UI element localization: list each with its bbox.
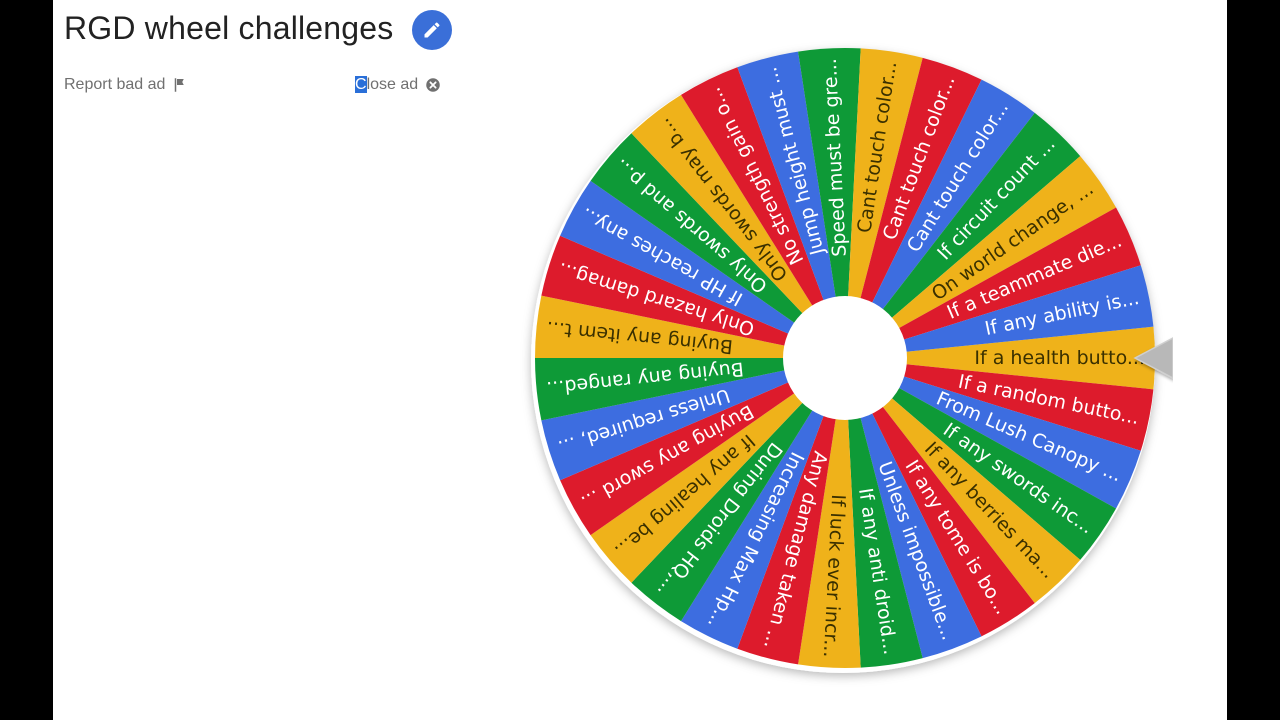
page-title: RGD wheel challenges [64,10,394,46]
report-bad-ad-label: Report bad ad [64,76,166,93]
page: RGD wheel challenges Report bad ad Close… [53,0,1227,720]
edit-button[interactable] [412,10,452,50]
flag-icon [175,78,185,92]
close-ad-label-rest: lose ad [366,76,419,93]
close-ad-selected-char: C [355,76,367,93]
wheel-segment-label: If a health butto... [974,347,1145,369]
close-ad-label: Close ad [355,76,418,94]
wheel-center-hub [783,296,907,420]
close-circle-icon [426,78,440,92]
report-bad-ad-link[interactable]: Report bad ad [64,76,189,94]
spin-wheel[interactable]: If a health butto...If a random butto...… [513,31,1173,691]
pencil-icon [424,22,440,38]
close-ad-link[interactable]: Close ad [355,76,442,94]
